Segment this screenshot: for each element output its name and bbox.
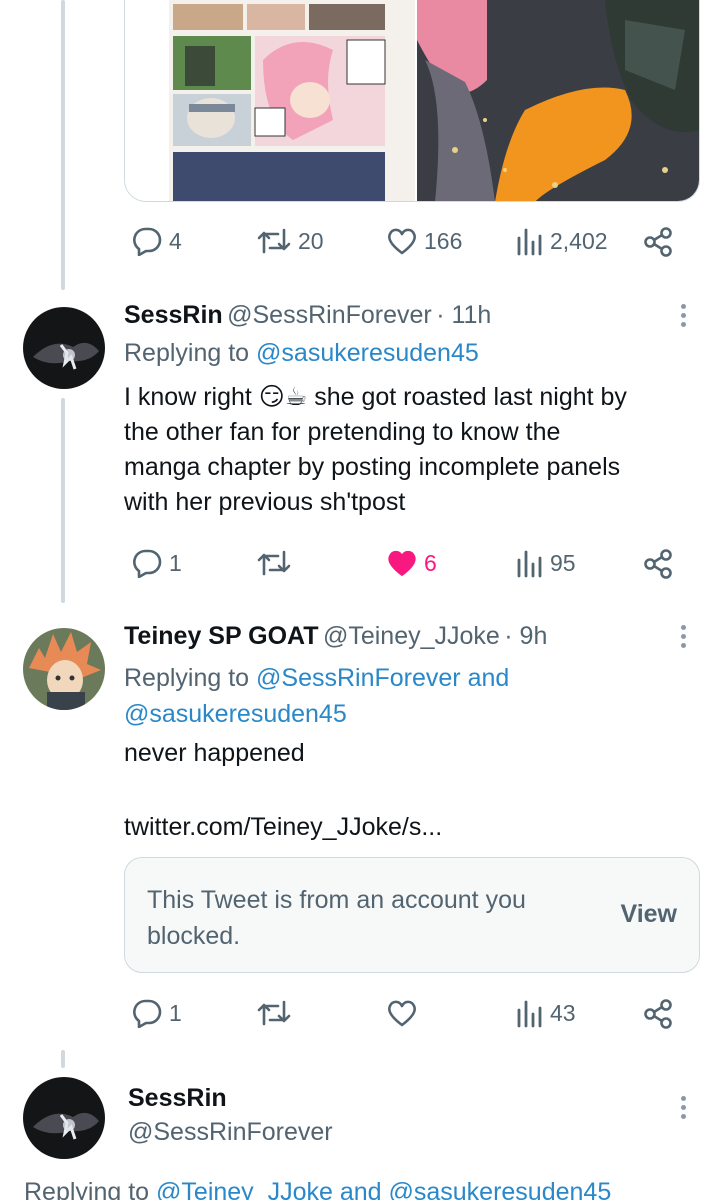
replying-to-handle[interactable]: @sasukeresuden45	[124, 696, 509, 732]
more-options-icon[interactable]	[681, 304, 687, 331]
views-button[interactable]: 43	[516, 998, 576, 1028]
reply-count: 1	[169, 999, 182, 1026]
author-handle[interactable]: @Teiney_JJoke	[323, 622, 500, 650]
author-handle[interactable]: @SessRinForever	[128, 1118, 333, 1147]
replying-to-handle[interactable]: @Teiney_JJoke and @sasukeresuden45	[156, 1178, 611, 1200]
retweet-icon	[257, 1000, 291, 1026]
replying-to-label: Replying to	[124, 664, 250, 692]
manga-panels-image[interactable]	[125, 0, 700, 202]
like-count: 166	[424, 227, 463, 254]
tweet-text-line: with her previous sh'tpost	[124, 488, 406, 516]
heart-outline-icon	[388, 228, 416, 255]
emoji: 😏☕	[258, 383, 308, 411]
reply-button[interactable]: 1	[131, 998, 182, 1028]
thread-line-top	[61, 0, 65, 290]
views-icon	[517, 1000, 542, 1028]
share-icon	[644, 999, 672, 1029]
tweet-text-line: manga chapter by posting incomplete pane…	[124, 453, 621, 481]
heart-outline-icon	[388, 1000, 416, 1027]
more-options-icon[interactable]	[681, 1096, 687, 1123]
reply-icon	[133, 227, 162, 256]
like-button[interactable]: 166	[386, 226, 462, 256]
tweet-timestamp[interactable]: · 9h	[504, 622, 547, 650]
retweet-icon	[257, 550, 291, 576]
avatar-sessrin[interactable]	[23, 1077, 105, 1159]
author-name[interactable]: SessRin	[124, 301, 223, 329]
author-name[interactable]: SessRin	[128, 1084, 227, 1113]
tweet-text: never happened	[124, 739, 305, 767]
replying-to-label: Replying to	[124, 339, 250, 367]
tweet-text-line: she got roasted last night by	[314, 383, 627, 411]
replying-to-label: Replying to	[24, 1178, 150, 1200]
retweet-button[interactable]	[256, 998, 298, 1028]
reply-count: 4	[169, 227, 182, 254]
retweet-button[interactable]: 20	[256, 226, 324, 256]
views-button[interactable]: 2,402	[516, 226, 608, 256]
share-button[interactable]	[642, 548, 674, 580]
like-button[interactable]: 6	[386, 548, 437, 578]
avatar-teiney[interactable]	[23, 628, 105, 710]
reply-button[interactable]: 1	[131, 548, 182, 578]
views-count: 2,402	[550, 227, 608, 254]
replying-to-handle[interactable]: @sasukeresuden45	[256, 339, 479, 367]
share-button[interactable]	[642, 226, 674, 258]
tweet-text-line: I know right	[124, 383, 252, 411]
like-count: 6	[424, 549, 437, 576]
retweet-button[interactable]	[256, 548, 298, 578]
more-options-icon[interactable]	[681, 625, 687, 652]
views-count: 95	[550, 549, 576, 576]
tweet-text: I know right 😏☕ she got roasted last nig…	[124, 380, 704, 520]
heart-filled-icon	[388, 550, 416, 576]
tweet-timestamp[interactable]: · 11h	[436, 301, 491, 329]
retweet-icon	[257, 228, 291, 254]
author-name[interactable]: Teiney SP GOAT	[124, 622, 319, 650]
retweet-count: 20	[298, 227, 324, 254]
reply-button[interactable]: 4	[131, 226, 182, 256]
thread-line-reply3	[61, 1050, 65, 1068]
blocked-notice-text: blocked.	[147, 922, 241, 950]
views-count: 43	[550, 999, 576, 1026]
views-icon	[517, 550, 542, 578]
author-handle[interactable]: @SessRinForever	[227, 301, 432, 329]
views-button[interactable]: 95	[516, 548, 576, 578]
tweet-text-line: the other fan for pretending to know the	[124, 418, 561, 446]
thread-line-reply1	[61, 398, 65, 603]
avatar-sessrin[interactable]	[23, 307, 105, 389]
reply-icon	[133, 999, 162, 1028]
reply-icon	[133, 549, 162, 578]
share-button[interactable]	[642, 998, 674, 1030]
tweet-link[interactable]: twitter.com/Teiney_JJoke/s...	[124, 810, 442, 845]
reply-count: 1	[169, 549, 182, 576]
tweet-media-grid[interactable]	[124, 0, 700, 202]
replying-to-handle[interactable]: @SessRinForever and	[256, 664, 509, 692]
like-button[interactable]	[386, 998, 424, 1028]
views-icon	[517, 228, 542, 256]
share-icon	[644, 227, 672, 257]
blocked-tweet-card: This Tweet is from an account you blocke…	[124, 857, 700, 973]
share-icon	[644, 549, 672, 579]
blocked-notice-text: This Tweet is from an account you	[147, 886, 526, 914]
view-button[interactable]: View	[620, 900, 677, 929]
